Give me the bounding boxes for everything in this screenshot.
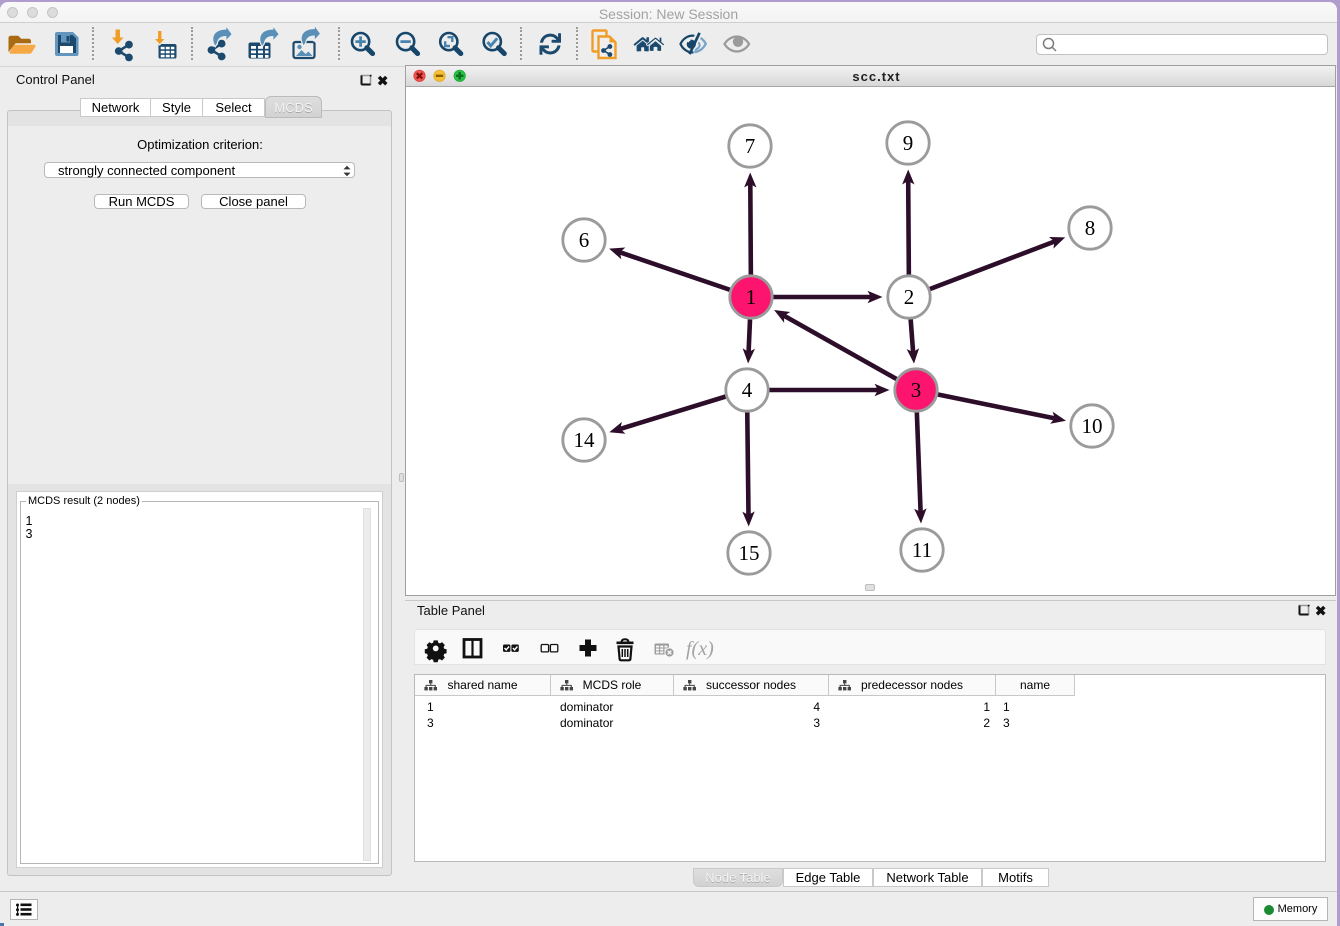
svg-text:14: 14 (574, 428, 596, 452)
svg-text:15: 15 (739, 541, 760, 565)
svg-text:7: 7 (745, 134, 756, 158)
svg-text:4: 4 (742, 378, 753, 402)
svg-text:f(x): f(x) (686, 638, 714, 660)
svg-text:2: 2 (904, 285, 915, 309)
svg-text:10: 10 (1082, 414, 1103, 438)
svg-text:✖: ✖ (1315, 604, 1326, 618)
svg-text:✖: ✖ (377, 74, 388, 88)
svg-text:6: 6 (579, 228, 590, 252)
svg-text:1: 1 (746, 285, 757, 309)
svg-text:9: 9 (903, 131, 914, 155)
svg-text:11: 11 (912, 538, 932, 562)
svg-text:3: 3 (911, 378, 922, 402)
svg-text:8: 8 (1085, 216, 1096, 240)
